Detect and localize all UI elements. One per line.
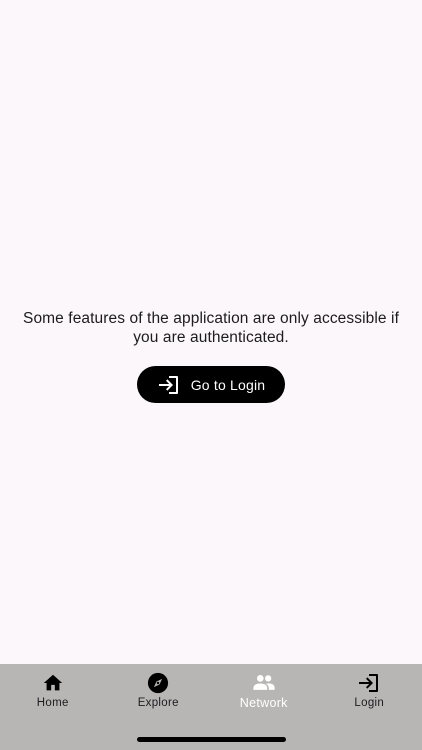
people-icon xyxy=(252,671,276,695)
tab-network[interactable]: Network xyxy=(211,664,317,716)
go-to-login-label: Go to Login xyxy=(190,376,266,393)
app-screen: Some features of the application are onl… xyxy=(0,0,422,750)
tab-explore[interactable]: Explore xyxy=(106,664,212,716)
tab-explore-label: Explore xyxy=(137,697,179,709)
tab-home[interactable]: Home xyxy=(0,664,106,716)
tab-home-label: Home xyxy=(36,697,69,709)
auth-required-message: Some features of the application are onl… xyxy=(23,310,399,346)
tab-login[interactable]: Login xyxy=(317,664,422,716)
home-indicator[interactable] xyxy=(137,737,286,742)
login-icon xyxy=(157,373,181,397)
compass-icon xyxy=(146,671,170,695)
auth-prompt: Some features of the application are onl… xyxy=(0,309,422,403)
tab-login-label: Login xyxy=(354,697,385,709)
tab-network-label: Network xyxy=(239,696,288,710)
login-icon xyxy=(357,671,381,695)
go-to-login-button[interactable]: Go to Login xyxy=(137,366,285,403)
home-icon xyxy=(41,671,65,695)
